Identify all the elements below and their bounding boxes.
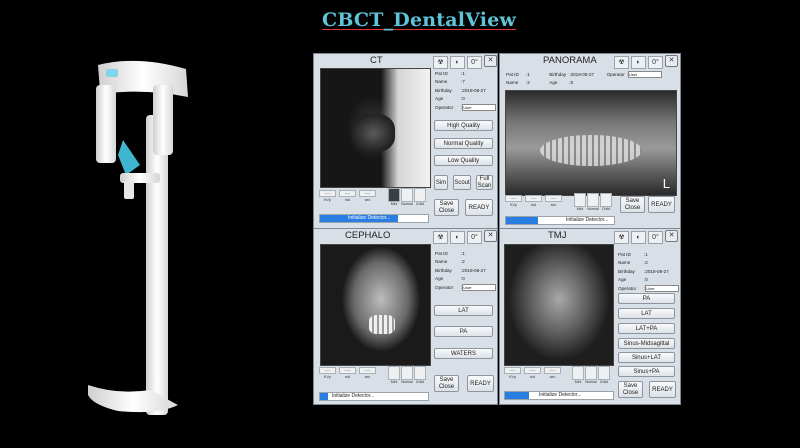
tmj-xray-image [504, 244, 614, 366]
tmj-status-bar: Initialize Detector... [504, 391, 614, 400]
ceph-ready-button[interactable]: READY [467, 375, 494, 392]
app-title: CBCT_DentalView [322, 9, 517, 31]
sinus-lat-button[interactable]: Sinus+LAT [618, 352, 675, 363]
pano-operator-field[interactable]: User [627, 71, 662, 78]
ct-ready-button[interactable]: READY [465, 199, 493, 216]
ct-operator-field[interactable]: User [462, 103, 497, 111]
degree-icon[interactable]: 0° [648, 231, 663, 244]
degree-icon[interactable]: 0° [467, 231, 482, 244]
bulb-icon[interactable]: ◐ [631, 56, 646, 69]
ct-mode-selector[interactable]: Mini Normal Child [388, 188, 426, 209]
lat-button[interactable]: LAT [434, 305, 493, 316]
bulb-icon[interactable]: ◐ [450, 56, 465, 69]
ct-panel-title: CT [370, 55, 383, 66]
tmj-lat-button[interactable]: LAT [618, 308, 675, 319]
cephalo-panel-title: CEPHALO [345, 230, 391, 241]
pano-status-bar: Initialize Detector... [505, 216, 615, 225]
normal-quality-button[interactable]: Normal Quality [434, 138, 493, 149]
radiation-icon[interactable]: ☢ [433, 56, 448, 69]
waters-button[interactable]: WATERS [434, 348, 493, 359]
tmj-panel-title: TMJ [548, 230, 567, 241]
ceph-operator-field[interactable]: User [462, 283, 497, 291]
full-scan-button[interactable]: Full Scan [476, 175, 493, 190]
panorama-panel: PANORAMA ☢ ◐ 0° ✕ Pat ID: 1 Birthday: 201… [499, 53, 681, 229]
tmj-exposure-controls[interactable]: ----- KVp ----- mA ----- sec [504, 367, 564, 388]
pa-button[interactable]: PA [434, 326, 493, 337]
panorama-xray-image: L [505, 90, 677, 196]
degree-icon[interactable]: 0° [648, 56, 663, 69]
close-icon[interactable]: ✕ [484, 55, 497, 67]
tmj-panel: TMJ ☢ ◐ 0° ✕ Pat ID: 1 Name: 2 Birthday:… [499, 228, 681, 405]
left-side-marker: L [662, 176, 670, 191]
ct-status-bar: Initialize Detector... [319, 214, 429, 223]
tmj-panel-header: TMJ ☢ ◐ 0° ✕ [500, 229, 680, 244]
ct-xray-image [320, 68, 431, 188]
radiation-icon[interactable]: ☢ [433, 231, 448, 244]
close-icon[interactable]: ✕ [665, 230, 678, 242]
radiation-icon[interactable]: ☢ [614, 56, 629, 69]
pano-ready-button[interactable]: READY [648, 196, 675, 213]
bulb-icon[interactable]: ◐ [450, 231, 465, 244]
low-quality-button[interactable]: Low Quality [434, 155, 493, 166]
cephalo-xray-image [320, 244, 431, 366]
tmj-patient-info: Pat ID: 1 Name: 2 Birthday: 2018-08-27 A… [618, 251, 680, 293]
ct-exposure-controls[interactable]: ----- KVp ----- mA ----- sec [319, 190, 379, 211]
tmj-operator-field[interactable]: User [645, 284, 680, 292]
high-quality-button[interactable]: High Quality [434, 120, 493, 131]
ct-save-close-button[interactable]: Save Close [434, 199, 459, 216]
pano-exposure-controls[interactable]: ----- KVp ----- mA ----- sec [505, 195, 565, 216]
cephalo-panel-header: CEPHALO ☢ ◐ 0° ✕ [314, 229, 497, 244]
tmj-pa-button[interactable]: PA [618, 293, 675, 304]
cephalo-panel: CEPHALO ☢ ◐ 0° ✕ Pat ID: 1 Name: 2 Birth… [313, 228, 498, 405]
panorama-panel-header: PANORAMA ☢ ◐ 0° ✕ [500, 54, 680, 69]
pano-save-close-button[interactable]: Save Close [620, 196, 645, 213]
ct-panel: CT ☢ ◐ 0° ✕ Pat ID: 1 Name: 7 Birthday: … [313, 53, 498, 229]
close-icon[interactable]: ✕ [665, 55, 678, 67]
ceph-mode-selector[interactable]: Mini Normal Child [388, 366, 426, 387]
panorama-patient-info: Pat ID: 1Birthday: 2018-08-27Operator: U… [506, 71, 662, 88]
tmj-lat-pa-button[interactable]: LAT+PA [618, 323, 675, 334]
bulb-icon[interactable]: ◐ [631, 231, 646, 244]
ceph-save-close-button[interactable]: Save Close [434, 375, 459, 392]
ct-patient-info: Pat ID: 1 Name: 7 Birthday: 2018-08-27 A… [435, 70, 497, 112]
radiation-icon[interactable]: ☢ [614, 231, 629, 244]
tmj-save-close-button[interactable]: Save Close [618, 381, 643, 398]
sinus-midsagittal-button[interactable]: Sinus-Midsagittal [618, 338, 675, 349]
ct-panel-header: CT ☢ ◐ 0° ✕ [314, 54, 497, 69]
sinus-pa-button[interactable]: Sinus+PA [618, 366, 675, 377]
tmj-mode-selector[interactable]: Mini Normal Child [572, 366, 610, 387]
ceph-exposure-controls[interactable]: ----- KVp ----- mA ----- sec [319, 367, 379, 388]
panorama-panel-title: PANORAMA [543, 55, 597, 66]
pano-mode-selector[interactable]: Mini Normal Child [574, 193, 612, 214]
cephalo-patient-info: Pat ID: 1 Name: 2 Birthday: 2018-08-27 A… [435, 250, 497, 292]
scout-button[interactable]: Scout [453, 175, 471, 190]
tmj-ready-button[interactable]: READY [649, 381, 676, 398]
cbct-machine-image [88, 60, 188, 415]
ceph-status-bar: Initialize Detector... [319, 392, 429, 401]
close-icon[interactable]: ✕ [484, 230, 497, 242]
sim-button[interactable]: Sim [434, 175, 448, 190]
degree-icon[interactable]: 0° [467, 56, 482, 69]
